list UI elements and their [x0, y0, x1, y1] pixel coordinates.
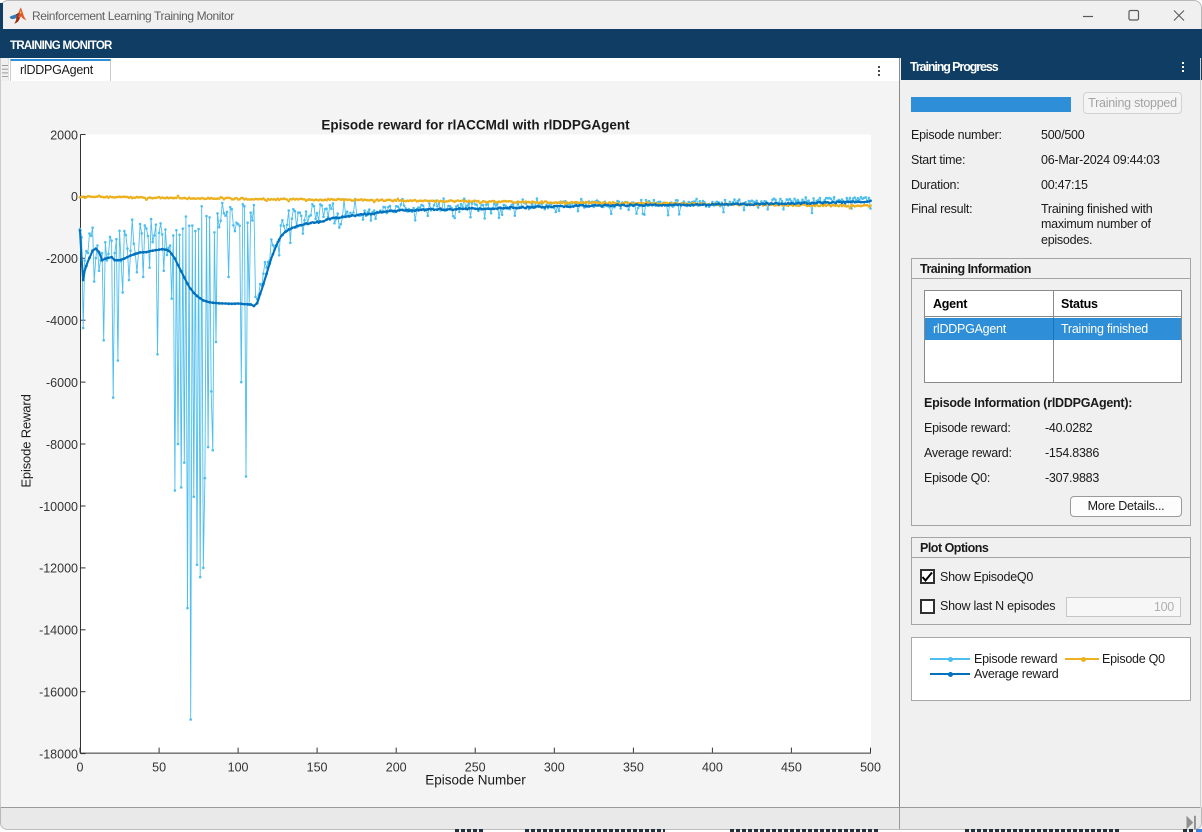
svg-text:2000: 2000	[50, 128, 78, 142]
svg-text:50: 50	[152, 761, 166, 775]
svg-text:100: 100	[228, 761, 249, 775]
svg-text:-10000: -10000	[39, 500, 78, 514]
svg-text:400: 400	[702, 761, 723, 775]
svg-text:-8000: -8000	[46, 438, 78, 452]
svg-text:300: 300	[544, 761, 565, 775]
svg-text:450: 450	[781, 761, 802, 775]
svg-text:-6000: -6000	[46, 376, 78, 390]
svg-text:-16000: -16000	[39, 685, 78, 699]
svg-text:-4000: -4000	[46, 314, 78, 328]
svg-text:350: 350	[623, 761, 644, 775]
svg-text:150: 150	[307, 761, 328, 775]
svg-text:Episode Number: Episode Number	[425, 773, 526, 788]
svg-text:500: 500	[860, 761, 881, 775]
svg-text:Episode reward for rlACCMdl wi: Episode reward for rlACCMdl with rlDDPGA…	[321, 118, 630, 133]
svg-text:-18000: -18000	[39, 747, 78, 761]
svg-text:Episode Reward: Episode Reward	[19, 394, 34, 487]
svg-text:-14000: -14000	[39, 624, 78, 638]
svg-text:-2000: -2000	[46, 252, 78, 266]
svg-text:0: 0	[71, 190, 78, 204]
svg-text:0: 0	[77, 761, 84, 775]
svg-text:200: 200	[386, 761, 407, 775]
svg-text:-12000: -12000	[39, 562, 78, 576]
